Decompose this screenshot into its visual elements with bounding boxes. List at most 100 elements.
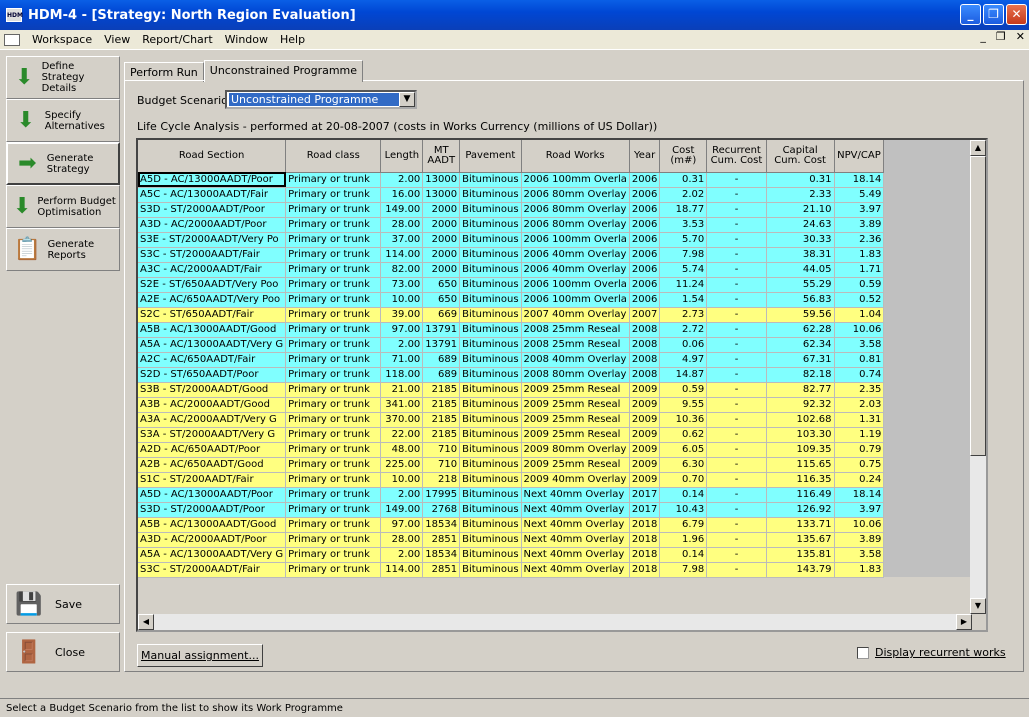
menu-help[interactable]: Help [274,33,311,46]
table-cell[interactable]: Next 40mm Overlay [521,547,630,563]
column-header[interactable]: Cost (m#) [659,140,708,173]
table-cell[interactable]: 2009 25mm Reseal [521,427,630,443]
table-cell[interactable]: Bituminous [459,442,522,458]
table-cell[interactable]: 10.06 [834,517,885,533]
table-cell[interactable]: Primary or trunk [285,517,382,533]
table-cell[interactable]: 2851 [422,532,461,548]
table-cell[interactable]: 0.14 [659,547,708,563]
tab-perform-run[interactable]: Perform Run [124,62,204,82]
column-header[interactable]: Road class [285,140,382,173]
table-cell[interactable]: Bituminous [459,397,522,413]
table-cell[interactable]: 2008 25mm Reseal [521,322,630,338]
close-button[interactable]: 🚪 Close [6,632,120,672]
table-cell[interactable]: Bituminous [459,172,522,188]
table-cell[interactable]: 689 [422,352,461,368]
table-row[interactable]: A3C - AC/2000AADT/Fair Primary or trunk 82… [138,262,986,278]
table-cell[interactable]: 56.83 [766,292,835,308]
table-cell[interactable]: - [706,397,767,413]
table-cell[interactable]: A3D - AC/2000AADT/Poor [138,532,287,548]
table-cell[interactable]: 2.36 [834,232,885,248]
table-cell[interactable]: 2009 [629,427,661,443]
nav-generate-reports[interactable]: 📋 Generate Reports [6,228,120,271]
menu-workspace[interactable]: Workspace [26,33,98,46]
table-cell[interactable]: 7.98 [659,562,708,578]
table-row[interactable]: A3B - AC/2000AADT/Good Primary or trunk 34… [138,397,986,413]
table-cell[interactable]: Primary or trunk [285,502,382,518]
table-cell[interactable]: 0.06 [659,337,708,353]
table-cell[interactable]: 114.00 [380,247,424,263]
table-cell[interactable]: 2000 [422,202,461,218]
table-cell[interactable]: - [706,202,767,218]
table-cell[interactable]: - [706,472,767,488]
table-cell[interactable]: A3C - AC/2000AADT/Fair [138,262,287,278]
table-cell[interactable]: A2D - AC/650AADT/Poor [138,442,287,458]
table-row[interactable]: A5A - AC/13000AADT/Very G Primary or trun… [138,547,986,563]
table-cell[interactable]: 2006 80mm Overlay [521,217,630,233]
budget-scenario-select[interactable]: Unconstrained Programme ▼ [225,90,417,109]
table-cell[interactable]: Primary or trunk [285,352,382,368]
table-cell[interactable]: Primary or trunk [285,322,382,338]
table-cell[interactable]: 2006 [629,232,661,248]
table-cell[interactable]: Next 40mm Overlay [521,487,630,503]
table-cell[interactable]: Primary or trunk [285,427,382,443]
table-cell[interactable]: 4.97 [659,352,708,368]
table-cell[interactable]: 39.00 [380,307,424,323]
table-cell[interactable]: 2.00 [380,337,424,353]
table-cell[interactable]: Primary or trunk [285,487,382,503]
table-cell[interactable]: 2006 [629,187,661,203]
table-cell[interactable]: 17995 [422,487,461,503]
table-cell[interactable]: 2017 [629,502,661,518]
table-cell[interactable]: 0.14 [659,487,708,503]
table-cell[interactable]: S3D - ST/2000AADT/Poor [138,202,287,218]
table-cell[interactable]: - [706,292,767,308]
table-row[interactable]: A3D - AC/2000AADT/Poor Primary or trunk 28… [138,532,986,548]
table-cell[interactable]: 13000 [422,172,461,188]
table-cell[interactable]: Primary or trunk [285,292,382,308]
table-cell[interactable]: - [706,232,767,248]
table-cell[interactable]: 669 [422,307,461,323]
close-window-button[interactable]: ✕ [1006,4,1027,25]
table-cell[interactable]: Primary or trunk [285,187,382,203]
mdi-restore-icon[interactable]: ❐ [996,30,1006,43]
table-cell[interactable]: Primary or trunk [285,217,382,233]
table-row[interactable]: S2D - ST/650AADT/Poor Primary or trunk 118… [138,367,986,383]
table-cell[interactable]: 82.18 [766,367,835,383]
table-cell[interactable]: - [706,517,767,533]
table-cell[interactable]: 24.63 [766,217,835,233]
table-cell[interactable]: 2018 [629,547,661,563]
table-row[interactable]: S3D - ST/2000AADT/Poor Primary or trunk 14… [138,202,986,218]
table-cell[interactable]: - [706,322,767,338]
table-cell[interactable]: - [706,307,767,323]
table-cell[interactable]: Bituminous [459,487,522,503]
table-cell[interactable]: 10.36 [659,412,708,428]
table-cell[interactable]: 0.59 [659,382,708,398]
table-cell[interactable]: 135.67 [766,532,835,548]
table-cell[interactable]: - [706,442,767,458]
table-cell[interactable]: - [706,187,767,203]
column-header[interactable]: MT AADT [422,140,461,173]
menu-window[interactable]: Window [219,33,274,46]
table-cell[interactable]: 48.00 [380,442,424,458]
table-cell[interactable]: 2006 [629,247,661,263]
table-cell[interactable]: 710 [422,457,461,473]
table-cell[interactable]: 3.89 [834,217,885,233]
table-cell[interactable]: Primary or trunk [285,172,382,188]
table-cell[interactable]: 62.34 [766,337,835,353]
table-cell[interactable]: 2009 25mm Reseal [521,457,630,473]
table-cell[interactable]: 10.06 [834,322,885,338]
table-cell[interactable]: 370.00 [380,412,424,428]
table-cell[interactable]: Bituminous [459,277,522,293]
table-cell[interactable]: Bituminous [459,217,522,233]
table-cell[interactable]: 218 [422,472,461,488]
table-cell[interactable]: Primary or trunk [285,247,382,263]
table-cell[interactable]: - [706,367,767,383]
table-cell[interactable]: 2006 [629,172,661,188]
table-cell[interactable]: - [706,382,767,398]
table-cell[interactable]: 3.97 [834,202,885,218]
table-cell[interactable]: 2.00 [380,172,424,188]
table-cell[interactable]: 2006 100mm Overla [521,172,630,188]
table-cell[interactable]: 2009 [629,412,661,428]
table-row[interactable]: S3B - ST/2000AADT/Good Primary or trunk 21… [138,382,986,398]
table-cell[interactable]: 2185 [422,427,461,443]
manual-assignment-button[interactable]: Manual assignment... [137,644,263,667]
